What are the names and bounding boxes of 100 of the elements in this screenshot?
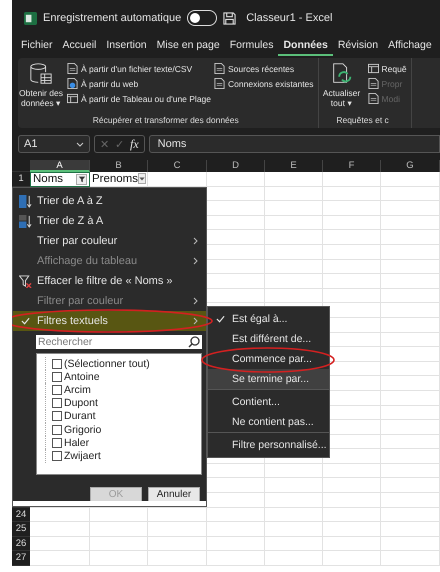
checkbox[interactable] (52, 384, 62, 395)
spreadsheet-cell[interactable] (265, 216, 323, 230)
menu-item[interactable]: Se termine par... (208, 369, 329, 390)
row-header[interactable]: 24 (12, 508, 30, 522)
ribbon-button[interactable]: Sources récentes (214, 62, 314, 75)
ribbon-button[interactable]: À partir du web (67, 77, 212, 90)
ribbon-large-button[interactable]: Obtenir des données ▾ (18, 62, 64, 115)
ribbon-tab[interactable]: Mise en page (152, 36, 225, 58)
filter-button[interactable] (76, 174, 87, 185)
spreadsheet-cell[interactable] (265, 493, 323, 508)
spreadsheet-cell[interactable] (265, 464, 323, 478)
ribbon-tab[interactable]: Fichier (16, 36, 58, 58)
spreadsheet-cell[interactable] (381, 244, 440, 260)
autosave-toggle[interactable] (187, 10, 218, 26)
spreadsheet-cell[interactable] (381, 172, 440, 187)
ribbon-button[interactable]: À partir de Tableau ou d'une Plage (67, 92, 212, 105)
ribbon-button[interactable]: À partir d'un fichier texte/CSV (67, 62, 212, 75)
spreadsheet-cell[interactable] (381, 376, 440, 391)
spreadsheet-cell[interactable] (381, 449, 440, 464)
spreadsheet-cell[interactable] (381, 420, 440, 435)
save-icon[interactable] (223, 12, 236, 24)
spreadsheet-cell[interactable] (90, 536, 148, 552)
row-header[interactable]: 27 (12, 551, 30, 566)
name-box[interactable]: A1 (18, 135, 90, 153)
spreadsheet-cell[interactable] (207, 172, 265, 187)
column-header[interactable]: D (207, 160, 265, 172)
checkbox[interactable] (52, 450, 62, 461)
spreadsheet-cell[interactable] (381, 508, 440, 522)
spreadsheet-cell[interactable] (323, 186, 381, 202)
spreadsheet-cell[interactable] (381, 536, 440, 552)
column-header[interactable]: A (30, 160, 90, 172)
spreadsheet-cell[interactable] (207, 551, 265, 566)
spreadsheet-cell[interactable] (323, 274, 381, 289)
spreadsheet-cell[interactable] (381, 434, 440, 450)
column-header[interactable]: F (323, 160, 381, 172)
menu-item[interactable]: Commence par... (208, 349, 329, 369)
row-header[interactable]: 1 (12, 172, 30, 187)
spreadsheet-cell[interactable] (148, 536, 207, 552)
menu-item[interactable]: Trier de Z à A (13, 211, 206, 231)
ribbon-tab[interactable]: Données (278, 36, 333, 56)
spreadsheet-cell[interactable] (381, 478, 440, 494)
insert-function-button[interactable]: fx (130, 136, 139, 152)
spreadsheet-cell[interactable] (323, 288, 381, 304)
ribbon-tab[interactable]: Révision (332, 36, 384, 58)
column-header[interactable]: C (148, 160, 207, 172)
spreadsheet-cell[interactable] (30, 522, 90, 537)
spreadsheet-cell[interactable] (381, 464, 440, 478)
ribbon-tab[interactable]: Insertion (101, 36, 152, 58)
spreadsheet-cell[interactable] (381, 186, 440, 202)
formula-input[interactable]: Noms (148, 135, 440, 153)
spreadsheet-cell[interactable] (381, 551, 440, 566)
ribbon-tab[interactable]: Accueil (58, 36, 102, 58)
spreadsheet-cell[interactable] (381, 390, 440, 406)
spreadsheet-cell[interactable] (265, 551, 323, 566)
select-all-corner[interactable] (12, 160, 30, 172)
spreadsheet-cell[interactable] (323, 260, 381, 274)
checkbox[interactable] (52, 398, 62, 408)
spreadsheet-cell[interactable] (381, 216, 440, 230)
spreadsheet-cell[interactable] (323, 508, 381, 522)
menu-item[interactable]: Trier de A à Z (13, 191, 206, 211)
search-icon[interactable] (188, 336, 200, 348)
spreadsheet-cell[interactable] (265, 478, 323, 494)
spreadsheet-cell[interactable] (323, 230, 381, 245)
spreadsheet-cell[interactable] (323, 201, 381, 216)
spreadsheet-cell[interactable] (148, 551, 207, 566)
spreadsheet-cell[interactable] (381, 303, 440, 318)
spreadsheet-cell[interactable] (323, 522, 381, 537)
checkbox[interactable] (52, 358, 62, 369)
spreadsheet-cell[interactable] (323, 551, 381, 566)
spreadsheet-cell[interactable] (90, 522, 148, 537)
spreadsheet-cell[interactable] (265, 274, 323, 289)
menu-item[interactable]: Contient... (208, 392, 329, 412)
menu-item[interactable]: Est différent de... (208, 329, 329, 349)
menu-item[interactable]: Est égal à... (208, 309, 329, 329)
spreadsheet-cell[interactable] (265, 230, 323, 245)
spreadsheet-cell[interactable] (265, 508, 323, 522)
spreadsheet-cell[interactable] (323, 216, 381, 230)
spreadsheet-cell[interactable] (381, 288, 440, 304)
column-header[interactable]: B (90, 160, 148, 172)
spreadsheet-cell[interactable] (381, 332, 440, 348)
checkbox[interactable] (52, 372, 62, 382)
ribbon-tab[interactable]: Affichage (383, 36, 437, 58)
column-header[interactable]: E (265, 160, 323, 172)
menu-item[interactable]: Effacer le filtre de « Noms » (13, 271, 206, 291)
spreadsheet-cell[interactable] (207, 508, 265, 522)
menu-item[interactable]: Filtre personnalisé... (208, 435, 329, 455)
menu-item[interactable]: Trier par couleur (13, 231, 206, 251)
spreadsheet-cell[interactable] (381, 406, 440, 420)
spreadsheet-cell[interactable] (265, 186, 323, 202)
spreadsheet-cell[interactable] (265, 536, 323, 552)
spreadsheet-cell[interactable] (265, 522, 323, 537)
row-header[interactable]: 26 (12, 536, 30, 552)
ribbon-button[interactable]: Connexions existantes (214, 77, 314, 90)
spreadsheet-cell[interactable] (381, 522, 440, 537)
spreadsheet-cell[interactable] (323, 172, 381, 187)
spreadsheet-cell[interactable] (381, 274, 440, 289)
spreadsheet-cell[interactable]: Noms (30, 172, 90, 187)
dialog-button[interactable]: Annuler (148, 487, 200, 502)
spreadsheet-cell[interactable] (381, 362, 440, 376)
dropdown-button[interactable] (138, 173, 146, 184)
